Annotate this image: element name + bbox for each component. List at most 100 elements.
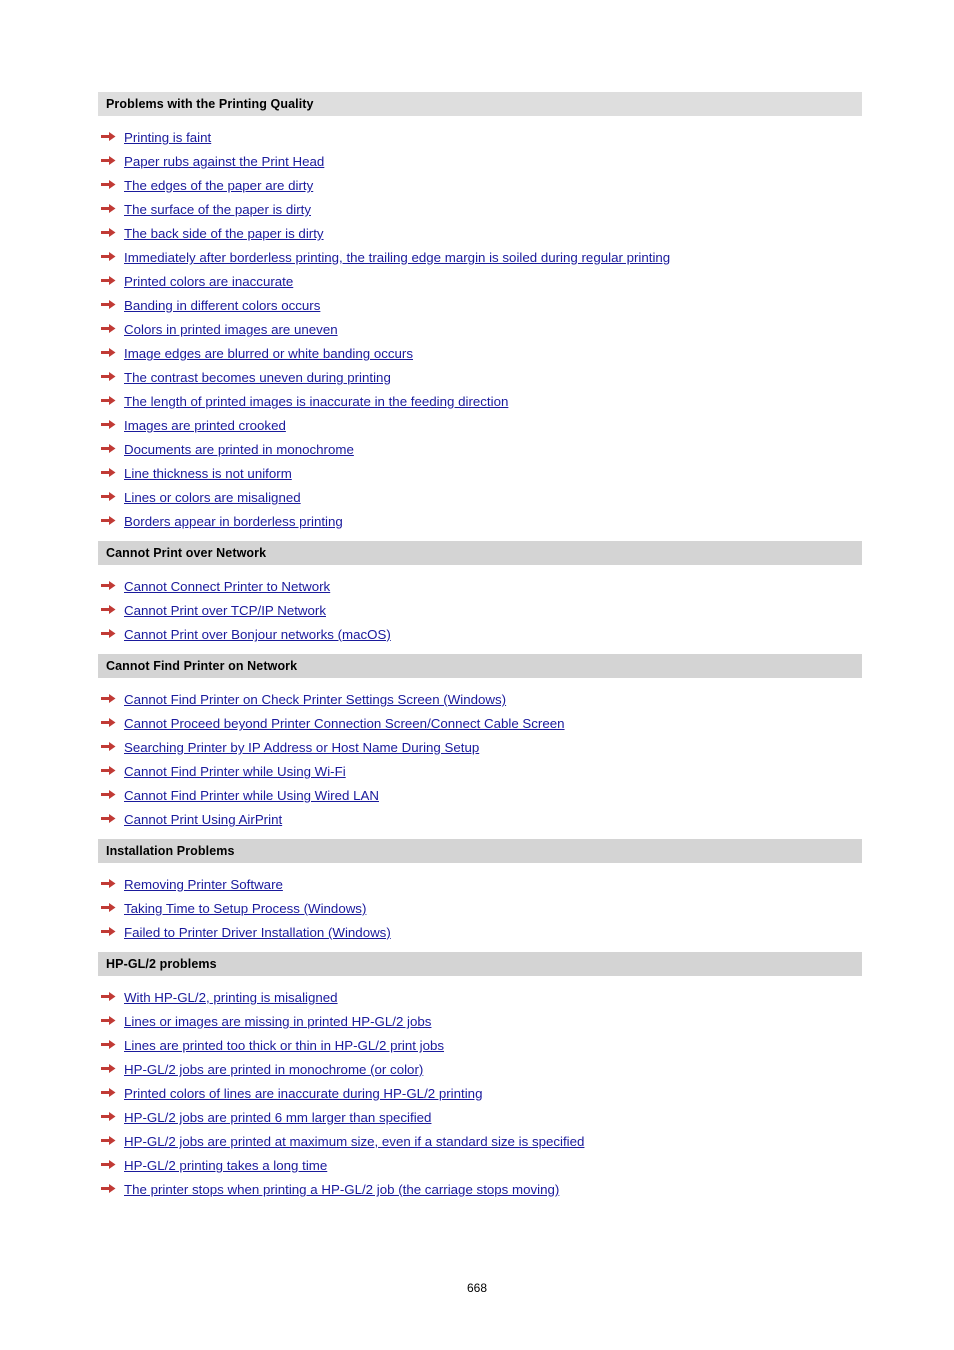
list-item[interactable]: With HP-GL/2, printing is misaligned bbox=[98, 984, 862, 1008]
right-arrow-icon bbox=[98, 412, 124, 430]
toc-link[interactable]: Printing is faint bbox=[124, 126, 211, 150]
list-item[interactable]: Line thickness is not uniform bbox=[98, 460, 862, 484]
list-item[interactable]: Searching Printer by IP Address or Host … bbox=[98, 734, 862, 758]
toc-link[interactable]: Immediately after borderless printing, t… bbox=[124, 246, 670, 270]
right-arrow-icon bbox=[98, 148, 124, 166]
right-arrow-icon bbox=[98, 1032, 124, 1050]
toc-link[interactable]: Removing Printer Software bbox=[124, 873, 283, 897]
toc-link[interactable]: Documents are printed in monochrome bbox=[124, 438, 354, 462]
toc-link[interactable]: Lines or images are missing in printed H… bbox=[124, 1010, 431, 1034]
toc-link[interactable]: Cannot Print Using AirPrint bbox=[124, 808, 282, 832]
list-item[interactable]: Documents are printed in monochrome bbox=[98, 436, 862, 460]
right-arrow-icon bbox=[98, 919, 124, 937]
toc-link[interactable]: With HP-GL/2, printing is misaligned bbox=[124, 986, 338, 1010]
list-item[interactable]: Banding in different colors occurs bbox=[98, 292, 862, 316]
list-item[interactable]: Lines or colors are misaligned bbox=[98, 484, 862, 508]
toc-link[interactable]: Banding in different colors occurs bbox=[124, 294, 320, 318]
list-item[interactable]: HP-GL/2 jobs are printed in monochrome (… bbox=[98, 1056, 862, 1080]
list-item[interactable]: Lines are printed too thick or thin in H… bbox=[98, 1032, 862, 1056]
list-item[interactable]: Cannot Find Printer on Check Printer Set… bbox=[98, 686, 862, 710]
toc-link[interactable]: Failed to Printer Driver Installation (W… bbox=[124, 921, 391, 945]
toc-link[interactable]: Borders appear in borderless printing bbox=[124, 510, 343, 534]
toc-link[interactable]: Searching Printer by IP Address or Host … bbox=[124, 736, 479, 760]
right-arrow-icon bbox=[98, 244, 124, 262]
list-item[interactable]: Removing Printer Software bbox=[98, 871, 862, 895]
list-item[interactable]: Cannot Find Printer while Using Wired LA… bbox=[98, 782, 862, 806]
list-item[interactable]: Colors in printed images are uneven bbox=[98, 316, 862, 340]
right-arrow-icon bbox=[98, 364, 124, 382]
toc-link[interactable]: Cannot Proceed beyond Printer Connection… bbox=[124, 712, 565, 736]
toc-link[interactable]: Printed colors of lines are inaccurate d… bbox=[124, 1082, 482, 1106]
right-arrow-icon bbox=[98, 340, 124, 358]
toc-link[interactable]: The surface of the paper is dirty bbox=[124, 198, 311, 222]
toc-link[interactable]: Taking Time to Setup Process (Windows) bbox=[124, 897, 366, 921]
toc-link[interactable]: Images are printed crooked bbox=[124, 414, 286, 438]
toc-link[interactable]: The edges of the paper are dirty bbox=[124, 174, 313, 198]
toc-link[interactable]: HP-GL/2 jobs are printed in monochrome (… bbox=[124, 1058, 423, 1082]
toc-link[interactable]: Colors in printed images are uneven bbox=[124, 318, 338, 342]
right-arrow-icon bbox=[98, 782, 124, 800]
list-item[interactable]: Borders appear in borderless printing bbox=[98, 508, 862, 532]
toc-link[interactable]: HP-GL/2 jobs are printed 6 mm larger tha… bbox=[124, 1106, 431, 1130]
list-item[interactable]: Images are printed crooked bbox=[98, 412, 862, 436]
list-item[interactable]: HP-GL/2 jobs are printed 6 mm larger tha… bbox=[98, 1104, 862, 1128]
right-arrow-icon bbox=[98, 124, 124, 142]
toc-link[interactable]: The printer stops when printing a HP-GL/… bbox=[124, 1178, 559, 1202]
list-item[interactable]: The printer stops when printing a HP-GL/… bbox=[98, 1176, 862, 1200]
list-item[interactable]: Cannot Print over TCP/IP Network bbox=[98, 597, 862, 621]
list-item[interactable]: HP-GL/2 jobs are printed at maximum size… bbox=[98, 1128, 862, 1152]
list-item[interactable]: Cannot Find Printer while Using Wi-Fi bbox=[98, 758, 862, 782]
right-arrow-icon bbox=[98, 686, 124, 704]
list-item[interactable]: Printing is faint bbox=[98, 124, 862, 148]
toc-link[interactable]: HP-GL/2 printing takes a long time bbox=[124, 1154, 327, 1178]
toc-link[interactable]: Line thickness is not uniform bbox=[124, 462, 292, 486]
toc-link[interactable]: Printed colors are inaccurate bbox=[124, 270, 293, 294]
right-arrow-icon bbox=[98, 436, 124, 454]
section-header: Problems with the Printing Quality bbox=[98, 92, 862, 116]
toc-link[interactable]: The contrast becomes uneven during print… bbox=[124, 366, 391, 390]
list-item[interactable]: HP-GL/2 printing takes a long time bbox=[98, 1152, 862, 1176]
toc-link[interactable]: Paper rubs against the Print Head bbox=[124, 150, 324, 174]
list-item[interactable]: Image edges are blurred or white banding… bbox=[98, 340, 862, 364]
right-arrow-icon bbox=[98, 1080, 124, 1098]
page-number: 668 bbox=[466, 1281, 488, 1295]
toc-link[interactable]: Cannot Print over TCP/IP Network bbox=[124, 599, 326, 623]
list-item[interactable]: Taking Time to Setup Process (Windows) bbox=[98, 895, 862, 919]
list-item[interactable]: Printed colors are inaccurate bbox=[98, 268, 862, 292]
toc-link[interactable]: HP-GL/2 jobs are printed at maximum size… bbox=[124, 1130, 584, 1154]
link-list: Cannot Connect Printer to Network Cannot … bbox=[98, 573, 862, 645]
toc-link[interactable]: Image edges are blurred or white banding… bbox=[124, 342, 413, 366]
toc-link[interactable]: Cannot Find Printer on Check Printer Set… bbox=[124, 688, 506, 712]
list-item[interactable]: Cannot Print Using AirPrint bbox=[98, 806, 862, 830]
right-arrow-icon bbox=[98, 1104, 124, 1122]
list-item[interactable]: The contrast becomes uneven during print… bbox=[98, 364, 862, 388]
toc-link[interactable]: Lines or colors are misaligned bbox=[124, 486, 301, 510]
toc-link[interactable]: Cannot Print over Bonjour networks (macO… bbox=[124, 623, 391, 647]
right-arrow-icon bbox=[98, 316, 124, 334]
toc-link[interactable]: The length of printed images is inaccura… bbox=[124, 390, 508, 414]
list-item[interactable]: The edges of the paper are dirty bbox=[98, 172, 862, 196]
list-item[interactable]: Lines or images are missing in printed H… bbox=[98, 1008, 862, 1032]
list-item[interactable]: Immediately after borderless printing, t… bbox=[98, 244, 862, 268]
list-item[interactable]: Failed to Printer Driver Installation (W… bbox=[98, 919, 862, 943]
right-arrow-icon bbox=[98, 388, 124, 406]
right-arrow-icon bbox=[98, 268, 124, 286]
toc-link[interactable]: Cannot Find Printer while Using Wired LA… bbox=[124, 784, 379, 808]
list-item[interactable]: Cannot Print over Bonjour networks (macO… bbox=[98, 621, 862, 645]
list-item[interactable]: The back side of the paper is dirty bbox=[98, 220, 862, 244]
list-item[interactable]: Cannot Connect Printer to Network bbox=[98, 573, 862, 597]
link-list: Cannot Find Printer on Check Printer Set… bbox=[98, 686, 862, 830]
list-item[interactable]: Cannot Proceed beyond Printer Connection… bbox=[98, 710, 862, 734]
toc-link[interactable]: The back side of the paper is dirty bbox=[124, 222, 324, 246]
list-item[interactable]: The surface of the paper is dirty bbox=[98, 196, 862, 220]
toc-link[interactable]: Cannot Connect Printer to Network bbox=[124, 575, 330, 599]
right-arrow-icon bbox=[98, 758, 124, 776]
list-item[interactable]: Paper rubs against the Print Head bbox=[98, 148, 862, 172]
right-arrow-icon bbox=[98, 1128, 124, 1146]
toc-link[interactable]: Cannot Find Printer while Using Wi-Fi bbox=[124, 760, 346, 784]
list-item[interactable]: The length of printed images is inaccura… bbox=[98, 388, 862, 412]
toc-link[interactable]: Lines are printed too thick or thin in H… bbox=[124, 1034, 444, 1058]
list-item[interactable]: Printed colors of lines are inaccurate d… bbox=[98, 1080, 862, 1104]
right-arrow-icon bbox=[98, 460, 124, 478]
